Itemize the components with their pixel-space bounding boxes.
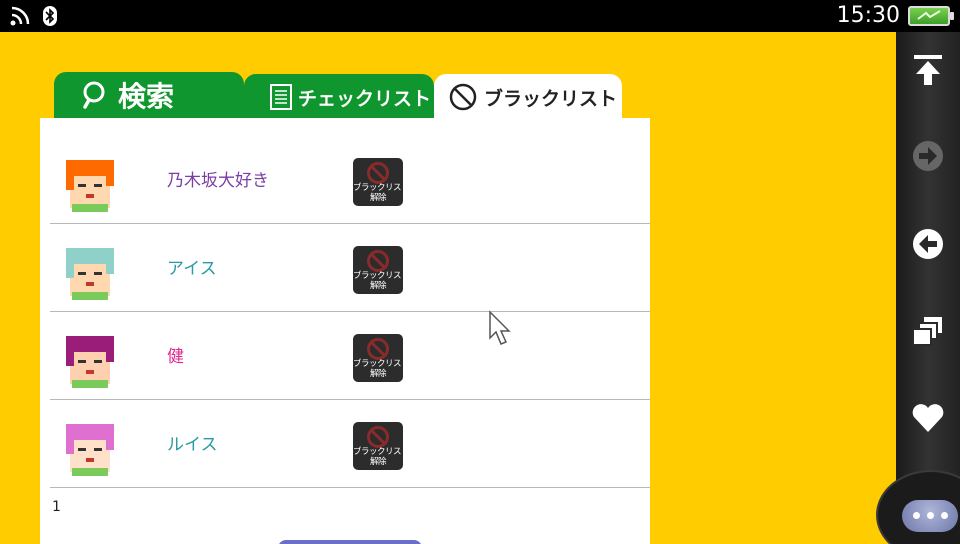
avatar[interactable] (62, 156, 118, 212)
windows-icon[interactable] (910, 314, 946, 350)
more-icon (902, 500, 958, 532)
tab-label: チェックリスト (298, 87, 432, 110)
bluetooth-icon (43, 6, 57, 26)
unblock-label: ブラックリスト 解除 (353, 359, 410, 379)
unblock-button[interactable]: ブラックリスト 解除 (353, 334, 410, 382)
status-bar: 15:30 (0, 0, 960, 32)
tab-blacklist[interactable]: ブラックリスト (434, 74, 622, 120)
forward-icon[interactable] (910, 138, 946, 174)
list-item: 健 ブラックリスト 解除 (50, 312, 650, 400)
user-name[interactable]: ルイス (167, 434, 218, 456)
block-icon (367, 338, 389, 360)
avatar[interactable] (62, 420, 118, 476)
block-icon (367, 250, 389, 272)
page-number[interactable]: 1 (52, 499, 61, 515)
user-name[interactable]: 乃木坂大好き (167, 170, 269, 192)
unblock-button[interactable]: ブラックリスト 解除 (353, 422, 410, 470)
unblock-label: ブラックリスト 解除 (353, 271, 410, 291)
clock: 15:30 (836, 3, 900, 28)
unblock-label: ブラックリスト 解除 (353, 183, 410, 203)
avatar[interactable] (62, 244, 118, 300)
list-item: 乃木坂大好き ブラックリスト 解除 (50, 136, 650, 224)
checklist-icon (270, 84, 292, 110)
tab-label: 検索 (118, 80, 175, 113)
tab-checklist[interactable]: チェックリスト (244, 74, 434, 120)
wifi-icon (10, 6, 30, 26)
system-sidebar (896, 32, 960, 544)
tab-label: ブラックリスト (484, 87, 618, 110)
list-item: アイス ブラックリスト 解除 (50, 224, 650, 312)
list-item: ルイス ブラックリスト 解除 (50, 400, 650, 488)
user-name[interactable]: アイス (167, 258, 217, 280)
blacklist-panel: 乃木坂大好き ブラックリスト 解除 アイス ブラックリスト 解除 健 ブラックリ… (40, 118, 650, 544)
unblock-button[interactable]: ブラックリスト 解除 (353, 158, 410, 206)
user-name[interactable]: 健 (167, 346, 184, 368)
avatar[interactable] (62, 332, 118, 388)
favorite-icon[interactable] (910, 400, 946, 436)
search-icon (83, 81, 105, 109)
more-options-button[interactable] (876, 470, 960, 544)
scroll-top-icon[interactable] (910, 52, 946, 88)
tab-search[interactable]: 検索 (54, 72, 244, 118)
unblock-button[interactable]: ブラックリスト 解除 (353, 246, 410, 294)
blacklist-icon (449, 83, 477, 111)
block-icon (367, 162, 389, 184)
battery-icon (908, 6, 954, 26)
block-icon (367, 426, 389, 448)
back-icon[interactable] (910, 226, 946, 262)
cursor-icon (489, 310, 511, 345)
load-more-button[interactable] (278, 540, 422, 544)
unblock-label: ブラックリスト 解除 (353, 447, 410, 467)
